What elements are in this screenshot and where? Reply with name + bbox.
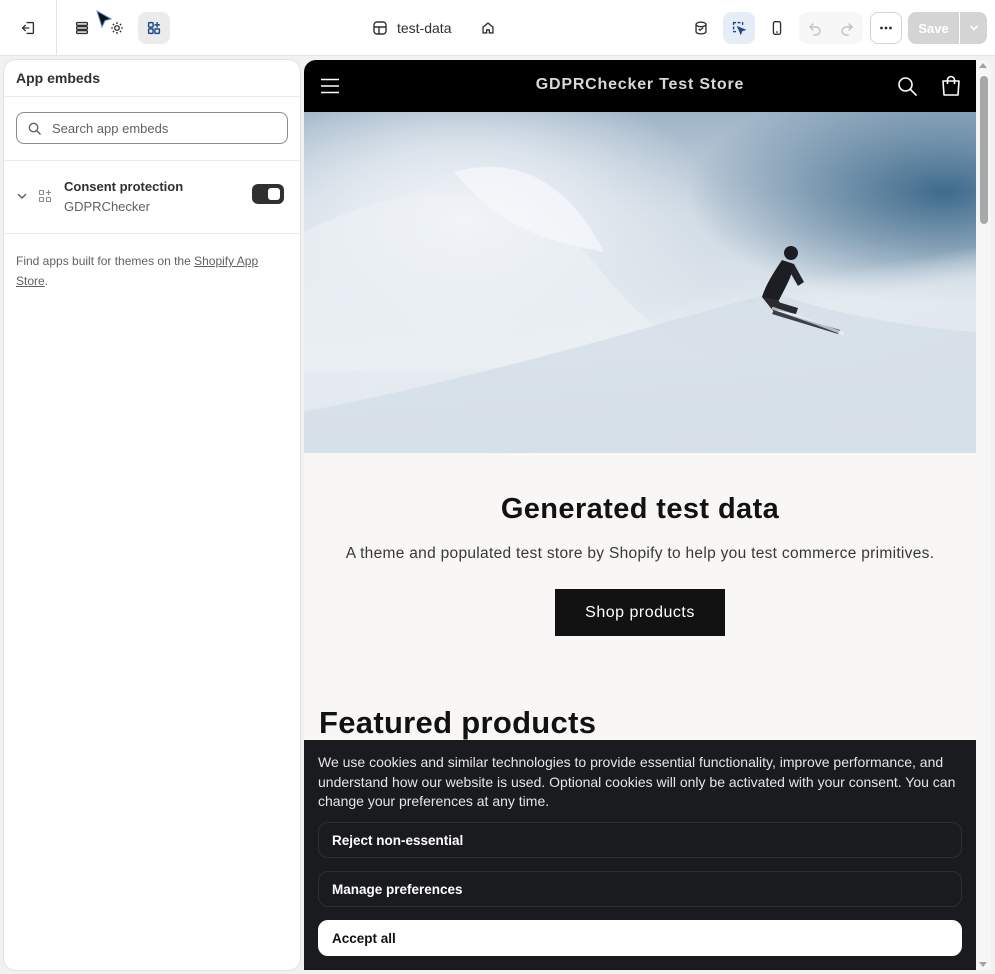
home-icon [482, 22, 494, 34]
app-icon [38, 189, 52, 203]
search-icon [28, 122, 41, 135]
chevron-down-icon [969, 25, 978, 31]
history-buttons [799, 12, 863, 44]
app-embed-item[interactable]: Consent protection GDPRChecker [4, 161, 300, 233]
scroll-up-arrow[interactable] [979, 63, 987, 68]
preview-scrollbar[interactable] [976, 60, 991, 970]
app-embeds-button[interactable] [138, 12, 170, 44]
redo-button[interactable] [831, 12, 863, 44]
theme-name-label: test-data [397, 20, 452, 36]
app-embeds-panel: App embeds Search app embeds Consent pro… [4, 60, 300, 970]
embed-toggle[interactable] [252, 184, 284, 204]
store-name[interactable]: GDPRChecker Test Store [304, 76, 976, 94]
hero-image [304, 112, 976, 453]
search-input[interactable]: Search app embeds [16, 112, 288, 144]
accept-all-button[interactable]: Accept all [318, 920, 962, 956]
home-page-selector[interactable] [472, 12, 504, 44]
sections-button[interactable] [66, 12, 98, 44]
shop-products-button[interactable]: Shop products [555, 589, 725, 636]
undo-icon [808, 23, 821, 36]
select-element-button[interactable] [723, 12, 755, 44]
mobile-preview-button[interactable] [761, 12, 793, 44]
note-end: . [44, 274, 49, 288]
search-icon[interactable] [897, 76, 917, 96]
save-button[interactable]: Save [908, 12, 959, 44]
hero-subheading: A theme and populated test store by Shop… [345, 545, 935, 562]
embed-title: Consent protection [64, 179, 184, 194]
save-options-button[interactable] [960, 12, 987, 44]
exit-icon [21, 21, 35, 35]
panel-title: App embeds [4, 60, 300, 97]
chevron-down-icon[interactable] [16, 190, 28, 202]
cookie-banner: We use cookies and similar technologies … [304, 740, 976, 970]
manage-preferences-button[interactable]: Manage preferences [318, 871, 962, 907]
exit-button[interactable] [12, 12, 44, 44]
featured-products-heading: Featured products [319, 705, 597, 740]
redo-icon [841, 23, 854, 36]
editor-toolbar: test-data Save [0, 0, 995, 56]
more-actions-button[interactable] [870, 12, 902, 44]
store-header: GDPRChecker Test Store [304, 60, 976, 112]
reject-non-essential-button[interactable]: Reject non-essential [318, 822, 962, 858]
toolbar-divider [56, 0, 57, 56]
layout-icon [373, 21, 387, 35]
scroll-thumb[interactable] [980, 76, 988, 224]
inspector-button[interactable] [685, 12, 717, 44]
more-horizontal-icon [880, 26, 892, 30]
cart-icon[interactable] [941, 75, 961, 97]
undo-button[interactable] [799, 12, 831, 44]
mouse-cursor-icon [96, 10, 113, 29]
hero-heading: Generated test data [500, 493, 780, 525]
search-placeholder: Search app embeds [52, 120, 169, 136]
note-text: Find apps built for themes on the [16, 254, 195, 268]
divider [4, 233, 300, 234]
store-preview: GDPRChecker Test Store Generated test da… [304, 60, 991, 970]
theme-selector[interactable]: test-data [372, 16, 451, 40]
select-cursor-icon [732, 21, 747, 36]
app-store-note: Find apps built for themes on the Shopif… [16, 251, 288, 291]
cookie-message: We use cookies and similar technologies … [318, 754, 956, 809]
apps-icon [147, 21, 161, 35]
inspector-icon [695, 21, 707, 35]
sections-icon [75, 21, 89, 35]
mobile-icon [772, 21, 782, 35]
embed-app-name: GDPRChecker [64, 199, 150, 214]
scroll-down-arrow[interactable] [979, 962, 987, 967]
snowboarder-image [304, 166, 976, 453]
